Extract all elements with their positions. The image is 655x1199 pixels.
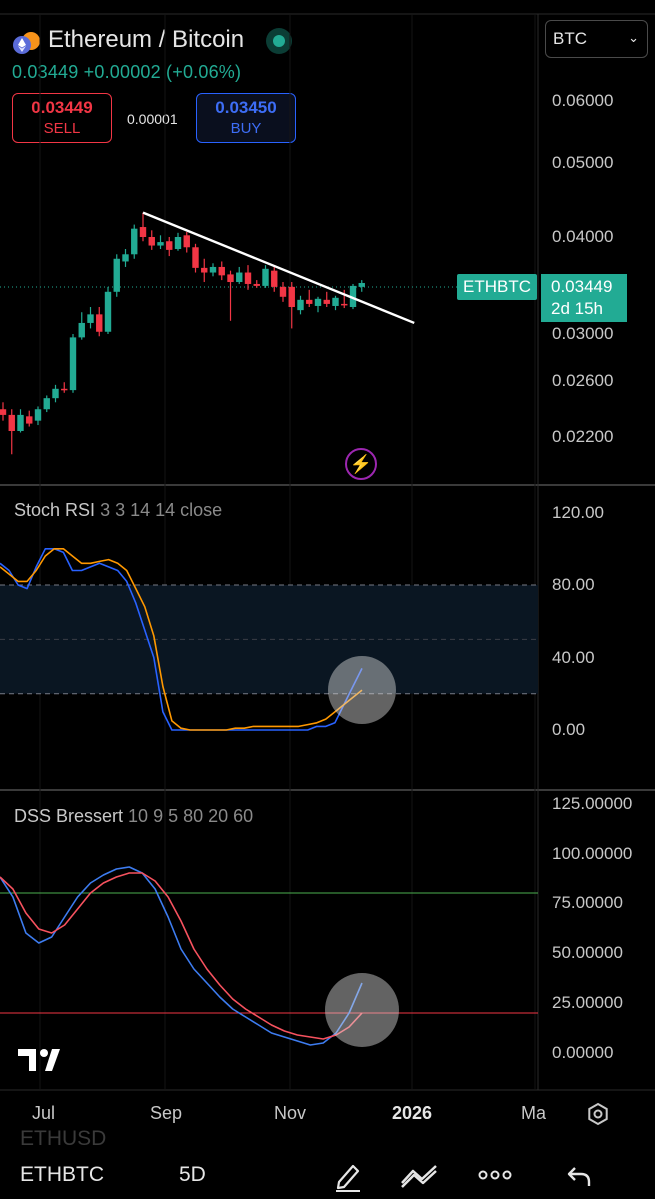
- time-axis-label: Jul: [32, 1103, 56, 1123]
- dss-title[interactable]: DSS Bressert 10 9 5 80 20 60: [14, 806, 253, 827]
- candle-body: [157, 242, 164, 246]
- dss-axis-label: 0.00000: [552, 1043, 614, 1062]
- d-line: [0, 872, 363, 1040]
- candle-body: [192, 247, 199, 268]
- candle-body: [52, 388, 59, 399]
- time-axis-label: Ma: [521, 1103, 547, 1123]
- candle-body: [358, 282, 365, 287]
- candle-body: [183, 235, 190, 248]
- candle-body: [323, 299, 330, 304]
- chart-settings-gear-icon[interactable]: [586, 1102, 610, 1126]
- drawing-pencil-icon[interactable]: [333, 1160, 363, 1192]
- candle-body: [96, 314, 103, 332]
- candle-body: [236, 272, 243, 283]
- stoch-axis-label: 120.00: [552, 503, 604, 522]
- time-axis-label: 2026: [392, 1103, 433, 1123]
- candle-body: [104, 291, 112, 332]
- candle-body: [17, 414, 24, 431]
- candle-body: [166, 241, 173, 250]
- candle-body: [87, 314, 94, 323]
- dss-axis-label: 75.00000: [552, 893, 623, 912]
- stoch-axis-label: 80.00: [552, 575, 595, 594]
- stoch-rsi-name: Stoch RSI: [14, 500, 96, 520]
- candle-body: [332, 297, 339, 306]
- time-axis-label: Sep: [150, 1103, 183, 1123]
- candle-body: [69, 337, 77, 391]
- candle-body: [26, 416, 33, 424]
- price-axis-label: 0.04000: [552, 227, 614, 246]
- candle-body: [78, 322, 85, 338]
- dss-axis-label: 100.00000: [552, 844, 633, 863]
- dss-name: DSS Bressert: [14, 806, 124, 826]
- last-price-tag: 0.03449 2d 15h: [541, 274, 627, 322]
- overbought-oversold-band: [0, 585, 538, 694]
- candle-body: [306, 299, 313, 304]
- k-line: [0, 866, 363, 1046]
- candle-body: [0, 409, 7, 415]
- price-axis-label: 0.02200: [552, 427, 614, 446]
- candle-body: [34, 409, 42, 421]
- candle-body: [131, 228, 138, 255]
- lightning-icon[interactable]: ⚡: [345, 448, 377, 480]
- candle-body: [341, 303, 348, 306]
- candle-body: [279, 286, 287, 297]
- candle-body: [227, 274, 234, 283]
- candle-body: [61, 388, 68, 391]
- price-axis-label: 0.05000: [552, 153, 614, 172]
- price-axis-label: 0.03000: [552, 324, 614, 343]
- stoch-axis-label: 0.00: [552, 720, 586, 739]
- tradingview-logo-icon: [18, 1049, 60, 1071]
- candle-body: [244, 272, 252, 284]
- more-options-icon[interactable]: [478, 1168, 512, 1182]
- chart-canvas[interactable]: [0, 0, 655, 1199]
- price-axis-label: 0.02600: [552, 371, 614, 390]
- candle-body: [209, 266, 217, 273]
- candle-body: [297, 299, 304, 311]
- trendline: [142, 211, 415, 325]
- candle-body: [113, 258, 120, 292]
- candle-body: [314, 298, 322, 306]
- bar-countdown: 2d 15h: [551, 299, 603, 318]
- dss-axis-label: 50.00000: [552, 943, 623, 962]
- candle-body: [218, 266, 225, 276]
- candle-body: [271, 270, 278, 287]
- candle-body: [201, 267, 208, 273]
- stoch-rsi-title[interactable]: Stoch RSI 3 3 14 14 close: [14, 500, 222, 521]
- highlight-circle: [328, 656, 396, 724]
- candle-body: [174, 237, 182, 250]
- candle-body: [262, 268, 269, 286]
- interval-selector[interactable]: 5D: [179, 1163, 206, 1187]
- symbol-price-tag: ETHBTC: [457, 274, 537, 300]
- candle-body: [8, 414, 15, 431]
- dss-axis-label: 125.00000: [552, 794, 633, 813]
- dss-params: 10 9 5 80 20 60: [128, 806, 254, 826]
- candle-body: [148, 237, 155, 246]
- previous-symbol: ETHUSD: [20, 1127, 107, 1150]
- candle-body: [139, 227, 147, 237]
- candle-body: [288, 286, 295, 308]
- stoch-rsi-params: 3 3 14 14 close: [100, 500, 223, 520]
- highlight-circle: [325, 973, 399, 1047]
- price-axis-label: 0.06000: [552, 91, 614, 110]
- undo-icon[interactable]: [566, 1164, 592, 1188]
- symbol-selector[interactable]: ETHBTC: [20, 1163, 104, 1187]
- candle-body: [122, 254, 129, 262]
- indicators-icon[interactable]: [400, 1163, 442, 1189]
- candle-body: [43, 398, 50, 410]
- stoch-axis-label: 40.00: [552, 648, 595, 667]
- candle-body: [253, 283, 260, 286]
- dss-axis-label: 25.00000: [552, 993, 623, 1012]
- time-axis-label: Nov: [274, 1103, 307, 1123]
- last-price: 0.03449: [551, 277, 613, 296]
